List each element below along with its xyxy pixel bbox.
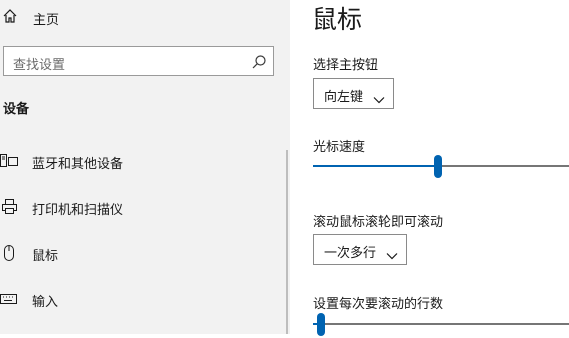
sidebar-item-label: 打印机和扫描仪 (32, 203, 124, 218)
printer-icon (0, 198, 20, 216)
settings-sidebar: 主页 查找设置 设备 蓝牙和其他设备 打印机和扫描仪 鼠标 输入 (0, 0, 290, 334)
sidebar-item-label: 鼠标 (32, 249, 59, 264)
search-input[interactable]: 查找设置 (3, 46, 274, 76)
cursor-speed-label: 光标速度 (313, 140, 366, 155)
sidebar-item-typing[interactable]: 输入 (0, 284, 286, 314)
sidebar-item-mouse[interactable]: 鼠标 (0, 238, 286, 268)
sidebar-item-label: 蓝牙和其他设备 (32, 157, 124, 172)
primary-button-label: 选择主按钮 (313, 58, 379, 73)
slider-fill (313, 165, 438, 167)
mouse-icon (0, 244, 20, 262)
wheel-scroll-dropdown[interactable]: 一次多行 (313, 234, 407, 265)
sidebar-scrollbar[interactable] (286, 150, 288, 334)
bluetooth-devices-icon (0, 152, 20, 170)
slider-thumb[interactable] (434, 155, 442, 178)
primary-button-dropdown[interactable]: 向左键 (313, 78, 394, 109)
page-title: 鼠标 (312, 5, 363, 34)
home-nav-item[interactable]: 主页 (0, 6, 120, 30)
slider-track (313, 323, 569, 325)
mouse-settings-page: 鼠标 选择主按钮 向左键 光标速度 滚动鼠标滚轮即可滚动 一次多行 设置每次要滚… (290, 0, 569, 336)
keyboard-icon (0, 290, 20, 308)
sidebar-item-label: 输入 (32, 295, 59, 310)
chevron-down-icon (373, 89, 385, 104)
sidebar-item-bluetooth[interactable]: 蓝牙和其他设备 (0, 146, 286, 176)
chevron-down-icon (386, 245, 398, 260)
home-icon (2, 8, 18, 24)
search-icon[interactable] (251, 54, 267, 70)
dropdown-value: 向左键 (324, 90, 364, 105)
lines-per-scroll-slider[interactable] (313, 312, 569, 338)
slider-thumb[interactable] (317, 313, 325, 336)
section-heading-devices: 设备 (3, 102, 30, 117)
sidebar-item-printers[interactable]: 打印机和扫描仪 (0, 192, 286, 222)
lines-per-scroll-label: 设置每次要滚动的行数 (313, 297, 444, 312)
wheel-scroll-label: 滚动鼠标滚轮即可滚动 (313, 215, 444, 230)
search-placeholder: 查找设置 (13, 58, 66, 73)
dropdown-value: 一次多行 (324, 246, 377, 261)
home-label: 主页 (33, 13, 60, 28)
cursor-speed-slider[interactable] (313, 154, 569, 180)
